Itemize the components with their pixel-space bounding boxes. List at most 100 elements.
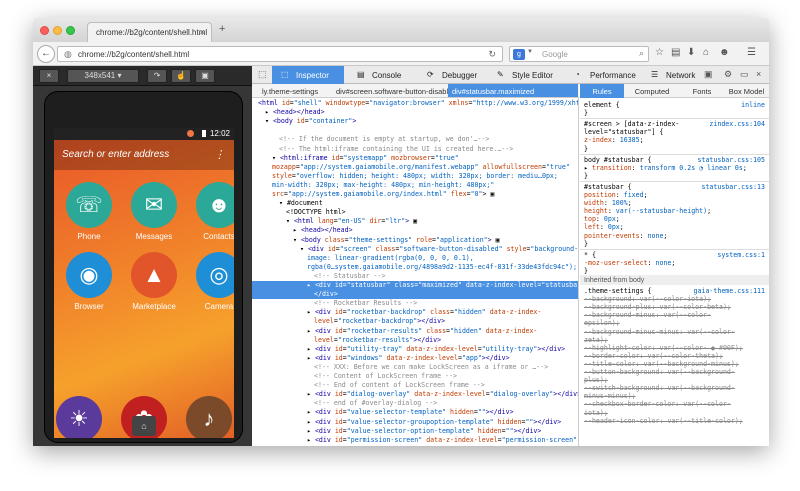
contacts-icon[interactable]: ☻: [196, 182, 234, 228]
breadcrumb-item[interactable]: ly.theme-settings: [258, 84, 328, 97]
inherited-header: Inherited from body: [580, 275, 769, 285]
markup-node-line[interactable]: ▸ <div id="rocketbar-results" class="hid…: [252, 327, 578, 336]
tab-style-editor[interactable]: ✎ Style Editor: [488, 66, 562, 84]
markup-node-line[interactable]: ▸ <div id="permission-screen" data-z-ind…: [252, 436, 578, 445]
markup-node-line[interactable]: ▸ <head></head>: [252, 226, 578, 235]
reading-list-icon[interactable]: ▤: [671, 47, 680, 58]
markup-node-line[interactable]: ▾ <html lang="en-US" dir="ltr"> ▣: [252, 217, 578, 226]
markup-node-line[interactable]: ▸ <div id="utility-tray" data-z-index-le…: [252, 345, 578, 354]
split-console-icon[interactable]: ▣: [704, 69, 713, 80]
markup-view[interactable]: <html id="shell" windowtype="navigator:b…: [252, 98, 579, 446]
new-tab-icon[interactable]: +: [219, 23, 225, 35]
markup-node-line[interactable]: ▸ <div id="statusbar" class="maximized" …: [252, 281, 578, 290]
markup-node-line[interactable]: <!-- Content of LockScreen frame -->: [252, 372, 578, 381]
tab-performance[interactable]: ◔ Performance: [566, 66, 638, 84]
search-engine-icon[interactable]: g: [513, 49, 525, 60]
markup-node-line[interactable]: ▸ <div id="value-selector-groupoption-te…: [252, 418, 578, 427]
phone-search-bar[interactable]: Search or enter address ⋮: [54, 140, 234, 170]
markup-node-line[interactable]: ▾ #document: [252, 199, 578, 208]
sidebar-tab-box-model[interactable]: Box Model: [724, 84, 769, 98]
url-bar[interactable]: ◍ chrome://b2g/content/shell.html ↻: [57, 46, 503, 62]
markup-node-line[interactable]: ▾ <div id="screen" class="software-butto…: [252, 245, 578, 254]
markup-node-line[interactable]: src="app://system.gaiamobile.org/index.h…: [252, 190, 578, 199]
touch-toggle-button[interactable]: ☝: [171, 69, 191, 83]
close-simulator-button[interactable]: ×: [39, 69, 59, 83]
markup-node-line[interactable]: ▸ <div id="dialog-overlay" data-z-index-…: [252, 390, 578, 399]
markup-node-line[interactable]: rgba(0…system.gaiamobile.org/4898a9d2-11…: [252, 263, 578, 272]
markup-node-line[interactable]: ▾ <body class="theme-settings" role="app…: [252, 236, 578, 245]
markup-node-line[interactable]: <html id="shell" windowtype="navigator:b…: [252, 99, 578, 108]
rule-line[interactable]: }: [584, 240, 767, 249]
element-picker-icon[interactable]: ⬚: [258, 69, 267, 80]
back-button[interactable]: ←: [37, 45, 55, 63]
browser-tab[interactable]: chrome://b2g/content/shell.html ×: [87, 22, 212, 42]
inspector-icon: ⬚: [281, 70, 289, 79]
screenshot-button[interactable]: ▣: [195, 69, 215, 83]
rule-divider: [580, 118, 769, 120]
rule-line[interactable]: }: [584, 109, 767, 118]
markup-node-line[interactable]: mozapp="app://system.gaiamobile.org/mani…: [252, 163, 578, 172]
markup-node-line[interactable]: <!-- end of #overlay-dialog -->: [252, 399, 578, 408]
markup-node-line[interactable]: <!DOCTYPE html>: [252, 208, 578, 217]
rules-sidebar: Rules Computed Fonts Box Model element {inl…: [580, 84, 769, 446]
search-icon[interactable]: ⌕: [639, 48, 644, 59]
sidebar-tab-computed[interactable]: Computed: [624, 84, 680, 98]
search-bar[interactable]: g ▼ Google ⌕: [509, 46, 649, 62]
rotate-button[interactable]: ↷: [147, 69, 167, 83]
dock-icon[interactable]: ▭: [740, 69, 749, 80]
close-window-button[interactable]: [40, 26, 49, 35]
markup-node-line[interactable]: ▾ <html:iframe id="systemapp" mozbrowser…: [252, 154, 578, 163]
rule-line[interactable]: --header-icon-color: var(--title-color);: [584, 417, 767, 426]
tab-console[interactable]: ▤ Console: [348, 66, 414, 84]
breadcrumb-item[interactable]: div#screen.software-button-disabled: [332, 84, 456, 97]
browser-icon[interactable]: ◉: [66, 252, 112, 298]
markup-node-line[interactable]: <!-- End of content of LockScreen frame …: [252, 381, 578, 390]
minimize-window-button[interactable]: [53, 26, 62, 35]
marketplace-icon[interactable]: ▲: [131, 252, 177, 298]
markup-node-line[interactable]: </div>: [252, 290, 578, 300]
home-icon[interactable]: ⌂: [703, 47, 709, 58]
markup-node-line[interactable]: level="rocketbar-results"></div>: [252, 336, 578, 345]
markup-node-line[interactable]: style="overflow: hidden; height: 480px; …: [252, 172, 578, 181]
menu-icon[interactable]: ☰: [747, 47, 756, 58]
tab-debugger[interactable]: ⟳ Debugger: [418, 66, 484, 84]
markup-node-line[interactable]: ▸ <div id="value-selector-template" hidd…: [252, 408, 578, 417]
pocket-icon[interactable]: ☻: [719, 47, 730, 58]
zoom-window-button[interactable]: [66, 26, 75, 35]
markup-node-line[interactable]: ▸ <head></head>: [252, 108, 578, 117]
tab-inspector[interactable]: ⬚ Inspector: [272, 66, 344, 84]
markup-node-line[interactable]: [252, 126, 578, 135]
markup-node-line[interactable]: level="rocketbar-backdrop"></div>: [252, 317, 578, 326]
device-size-select[interactable]: 348x541 ▾: [67, 69, 139, 83]
close-tab-icon[interactable]: ×: [200, 27, 205, 37]
camera-icon[interactable]: ◎: [196, 252, 234, 298]
markup-node-line[interactable]: ▾ <body id="container">: [252, 117, 578, 126]
markup-node-line[interactable]: <!-- The html:iframe containing the UI i…: [252, 145, 578, 154]
markup-node-line[interactable]: ▸ <div id="rocketbar-backdrop" class="hi…: [252, 308, 578, 317]
markup-node-line[interactable]: <!-- XXX: Before we can make LockScreen …: [252, 363, 578, 372]
download-icon[interactable]: ⬇: [687, 47, 695, 58]
rule-line[interactable]: }: [584, 172, 767, 181]
bookmark-star-icon[interactable]: ☆: [655, 47, 664, 58]
markup-node-line[interactable]: <!-- Statusbar -->: [252, 272, 578, 281]
microphone-icon[interactable]: ⋮: [214, 148, 225, 161]
simulator-pane: × 348x541 ▾ ↷ ☝ ▣ 12:02 Search or enter …: [33, 66, 252, 446]
tab-network[interactable]: ☰ Network: [642, 66, 698, 84]
rule-line[interactable]: }: [584, 145, 767, 154]
markup-node-line[interactable]: ▸ <div id="windows" data-z-index-level="…: [252, 354, 578, 363]
markup-node-line[interactable]: image: linear-gradient(rgba(0, 0, 0, 0.1…: [252, 254, 578, 263]
markup-node-line[interactable]: ▸ <div id="value-selector-option-templat…: [252, 427, 578, 436]
markup-node-line[interactable]: min-width: 320px; max-height: 480px; min…: [252, 181, 578, 190]
sidebar-tab-fonts[interactable]: Fonts: [680, 84, 724, 98]
reload-icon[interactable]: ↻: [488, 49, 496, 60]
breadcrumb: ly.theme-settings div#screen.software-but…: [252, 84, 579, 98]
home-button[interactable]: ⌂: [132, 416, 156, 436]
markup-node-line[interactable]: <!-- If the document is empty at startup…: [252, 135, 578, 144]
close-devtools-icon[interactable]: ×: [756, 69, 761, 79]
settings-gear-icon[interactable]: ⚙: [724, 69, 732, 80]
breadcrumb-item[interactable]: div#statusbar.maximized: [448, 84, 578, 97]
messages-icon[interactable]: ✉: [131, 182, 177, 228]
markup-node-line[interactable]: <!-- Rocketbar Results -->: [252, 299, 578, 308]
phone-icon[interactable]: ☏: [66, 182, 112, 228]
sidebar-tab-rules[interactable]: Rules: [580, 84, 624, 98]
